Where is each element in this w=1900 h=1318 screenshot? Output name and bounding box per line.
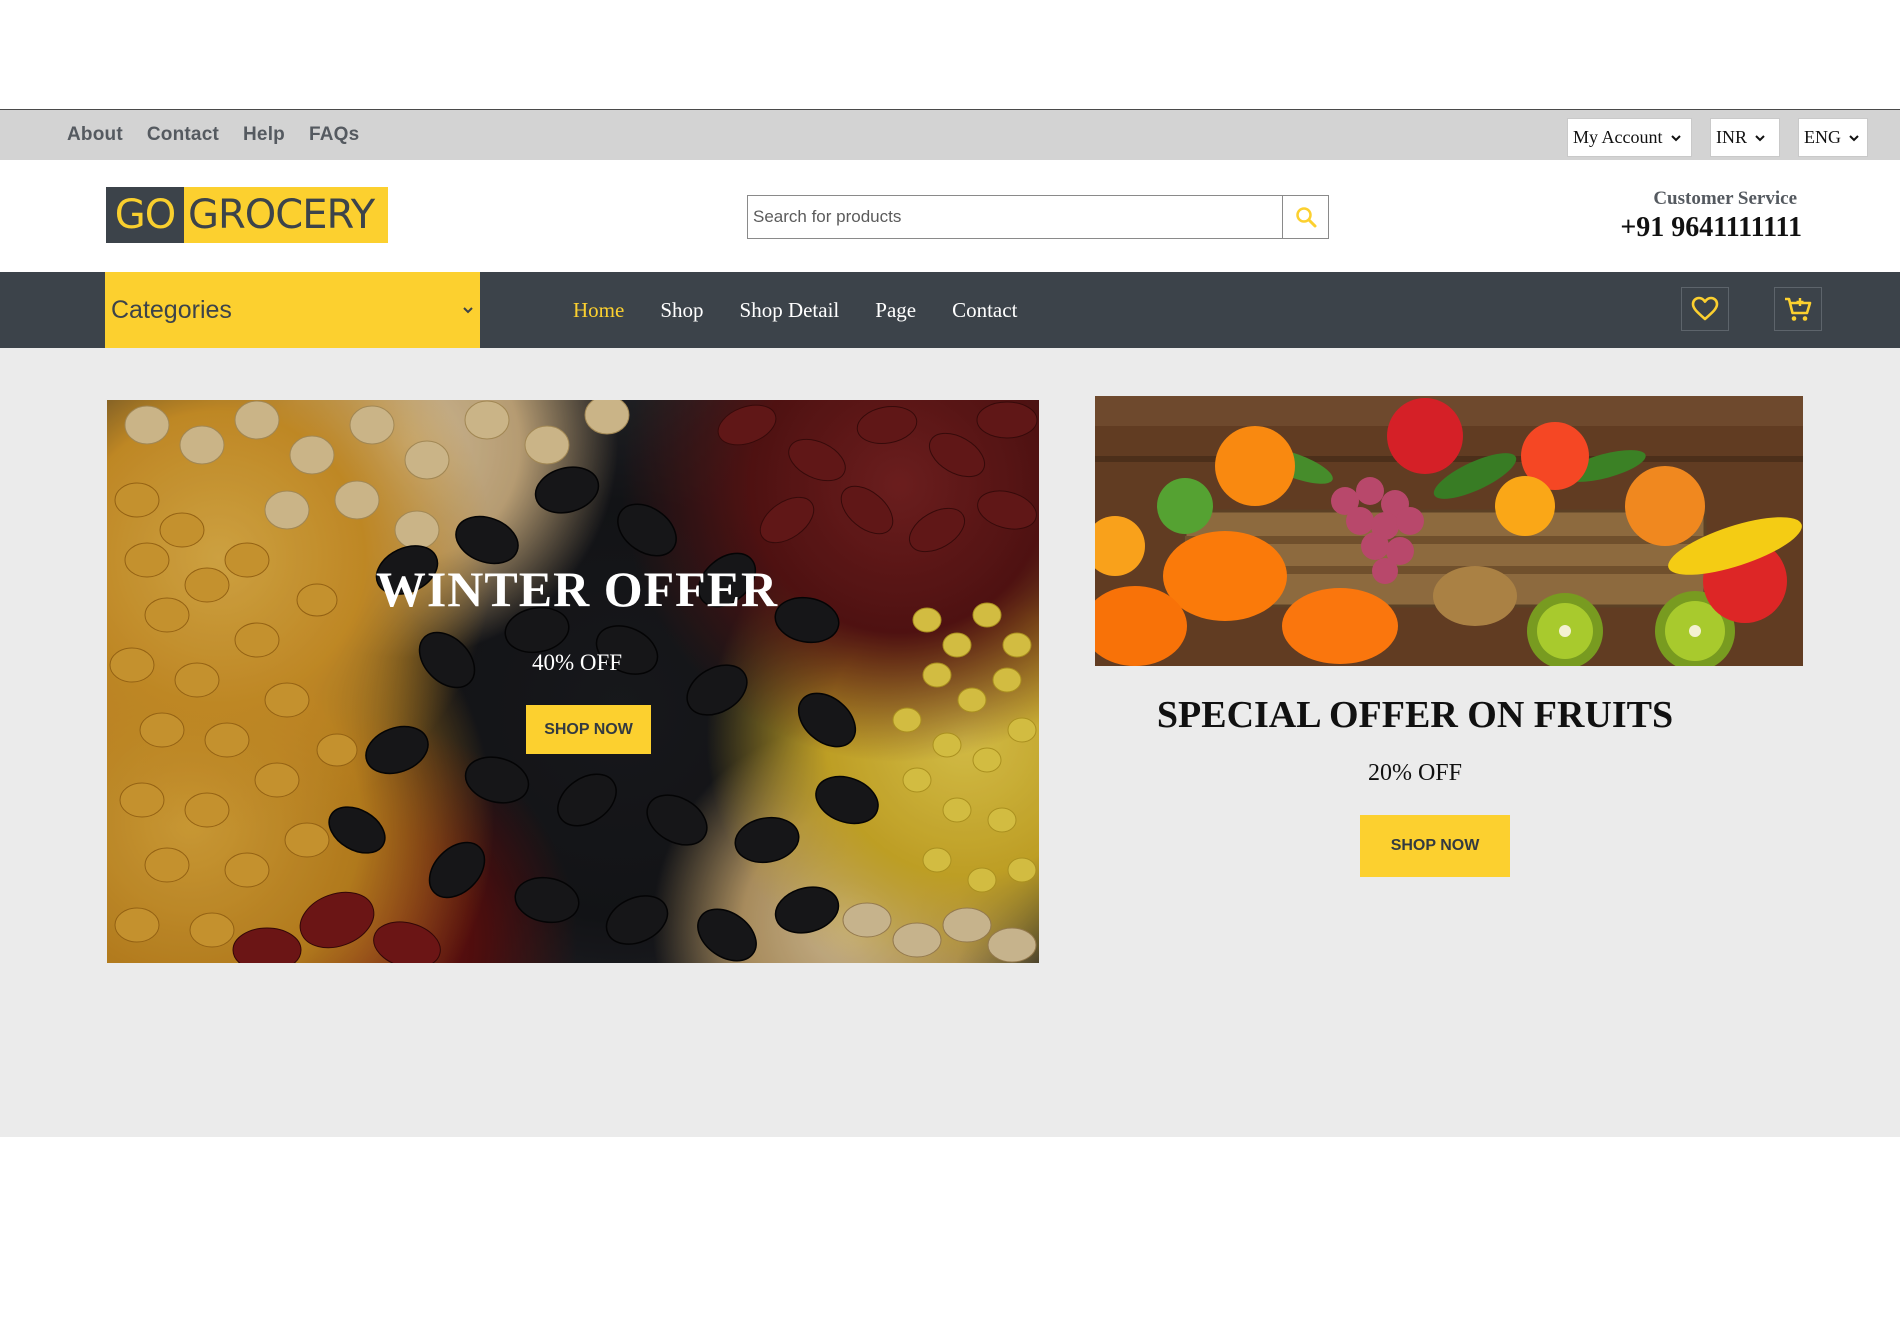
search-icon [1295, 207, 1316, 228]
search-button[interactable] [1282, 196, 1328, 238]
nav-links: Home Shop Shop Detail Page Contact [573, 272, 1017, 348]
nav-link-shop[interactable]: Shop [660, 298, 703, 323]
site-logo[interactable]: GO GROCERY [106, 187, 388, 243]
nav-link-page[interactable]: Page [875, 298, 916, 323]
main-content: WINTER OFFER 40% OFF SHOP NOW SPECIAL OF… [0, 348, 1900, 1137]
customer-service-label: Customer Service [1653, 188, 1797, 209]
customer-service: Customer Service +91 9641111111 [1620, 188, 1802, 244]
fruit-basket-image [1095, 396, 1803, 666]
nav-link-shop-detail[interactable]: Shop Detail [740, 298, 840, 323]
account-select-value: My Account [1573, 127, 1663, 147]
cart-icon [1785, 297, 1812, 321]
winter-offer-title: WINTER OFFER [375, 561, 779, 617]
fruit-offer-discount: 20% OFF [1367, 760, 1463, 786]
cart-button[interactable] [1774, 287, 1822, 331]
chevron-down-icon [1670, 134, 1681, 141]
language-select-value: ENG [1804, 127, 1841, 147]
top-link-contact[interactable]: Contact [147, 124, 219, 146]
account-select[interactable]: My Account [1567, 118, 1692, 157]
chevron-down-icon [1849, 134, 1859, 141]
categories-label: Categories [111, 295, 232, 324]
top-links: About Contact Help FAQs [67, 110, 359, 160]
language-select[interactable]: ENG [1798, 118, 1868, 157]
logo-grocery: GROCERY [184, 187, 388, 243]
fruit-shop-now-button[interactable]: SHOP NOW [1360, 815, 1510, 877]
nav-link-contact[interactable]: Contact [952, 298, 1017, 323]
winter-offer-discount: 40% OFF [531, 650, 623, 675]
search-bar [747, 195, 1329, 239]
fruit-offer-title: SPECIAL OFFER ON FRUITS [1156, 694, 1674, 736]
customer-service-phone: +91 9641111111 [1620, 212, 1802, 243]
nav-link-home[interactable]: Home [573, 298, 624, 323]
top-link-help[interactable]: Help [243, 124, 285, 146]
top-utility-bar: About Contact Help FAQs My Account INR E… [0, 109, 1900, 160]
main-navbar: Categories Home Shop Shop Detail Page Co… [0, 272, 1900, 348]
chevron-down-icon [1755, 134, 1765, 141]
currency-select[interactable]: INR [1710, 118, 1780, 157]
currency-select-value: INR [1716, 127, 1747, 147]
banner-overlay [107, 400, 1039, 963]
top-selects: My Account INR ENG [1567, 118, 1868, 157]
winter-offer-banner: WINTER OFFER 40% OFF SHOP NOW [107, 400, 1039, 963]
categories-dropdown[interactable]: Categories [105, 272, 480, 348]
search-input[interactable] [748, 196, 1282, 238]
chevron-down-icon [463, 307, 473, 314]
top-link-faqs[interactable]: FAQs [309, 124, 359, 146]
top-link-about[interactable]: About [67, 124, 123, 146]
wishlist-button[interactable] [1681, 287, 1729, 331]
heart-icon [1691, 296, 1719, 321]
winter-shop-now-button[interactable]: SHOP NOW [526, 705, 651, 754]
logo-go: GO [106, 187, 184, 243]
fruits-image [1095, 396, 1803, 666]
